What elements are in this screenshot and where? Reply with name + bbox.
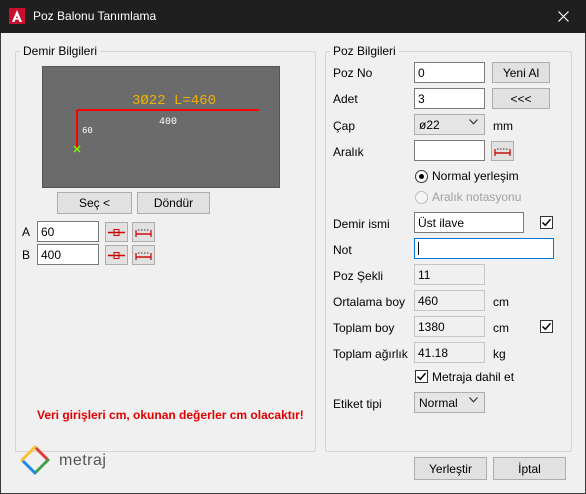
b-input[interactable]: 400 (37, 244, 99, 265)
yerlestir-button[interactable]: Yerleştir (414, 457, 487, 480)
toplam-agirlik-unit: kg (493, 347, 506, 361)
poz-sekli-label: Poz Şekli (333, 269, 384, 283)
title-bar: Poz Balonu Tanımlama (0, 0, 586, 33)
adet-label: Adet (333, 92, 358, 106)
metraja-label: Metraja dahil et (432, 370, 515, 384)
etiket-tipi-select[interactable]: Normal (414, 392, 485, 413)
not-input[interactable] (414, 238, 554, 259)
a-label: A (22, 225, 31, 239)
aralik-notasyonu-radio[interactable] (415, 191, 428, 204)
logo-text: metraj (59, 452, 107, 469)
aralik-label: Aralık (333, 145, 364, 159)
cap-select[interactable]: ø22 (414, 114, 485, 135)
toplam-agirlik-field: 41.18 (414, 342, 485, 363)
poz-sekli-field: 11 (414, 264, 485, 285)
dondur-button[interactable]: Döndür (137, 192, 210, 214)
back-button[interactable]: <<< (492, 88, 550, 109)
dialog-body: Demir Bilgileri 3Ø22 L=460 400 60 Seç < … (0, 33, 586, 494)
toplam-boy-field: 1380 (414, 316, 485, 337)
measure-distance-icon (135, 229, 152, 237)
poz-bilgileri-title: Poz Bilgileri (330, 44, 399, 58)
cap-label: Çap (333, 119, 356, 133)
metraja-checkbox[interactable] (415, 370, 428, 383)
not-label: Not (333, 243, 352, 257)
demir-ismi-checkbox[interactable] (540, 216, 553, 229)
normal-yerlesim-radio[interactable] (415, 170, 428, 183)
measure-distance-icon (135, 252, 152, 260)
rebar-shape-drawing: 3Ø22 L=460 400 60 (73, 93, 259, 153)
demir-ismi-label: Demir ismi (333, 217, 390, 231)
ortalama-boy-unit: cm (493, 295, 509, 309)
aralik-input[interactable] (414, 140, 485, 161)
demir-ismi-input[interactable]: Üst ilave (414, 212, 524, 233)
ortalama-boy-field: 460 (414, 290, 485, 311)
a-measure-icon-button[interactable] (132, 222, 155, 242)
poz-no-input[interactable]: 0 (414, 62, 485, 83)
checkmark-icon (541, 322, 552, 331)
toplam-boy-label: Toplam boy (333, 321, 395, 335)
pick-segment-icon (108, 251, 125, 259)
b-label: B (22, 248, 31, 262)
ortalama-boy-label: Ortalama boy (333, 295, 406, 309)
toplam-boy-checkbox[interactable] (540, 320, 553, 333)
etiket-tipi-label: Etiket tipi (333, 397, 382, 411)
aralik-notasyonu-label: Aralık notasyonu (432, 190, 522, 204)
window-title: Poz Balonu Tanımlama (33, 9, 157, 23)
b-measure-icon-button[interactable] (132, 245, 155, 265)
chevron-down-icon (469, 397, 478, 403)
b-pick-icon-button[interactable] (105, 245, 128, 265)
cap-select-value: ø22 (419, 118, 440, 132)
poz-no-label: Poz No (333, 66, 373, 80)
aralik-measure-icon-button[interactable] (491, 141, 514, 161)
rebar-preview: 3Ø22 L=460 400 60 (42, 66, 280, 188)
demir-bilgileri-title: Demir Bilgileri (20, 44, 101, 58)
rebar-text: 3Ø22 L=460 (132, 93, 216, 109)
toplam-agirlik-label: Toplam ağırlık (333, 347, 408, 361)
hook-label: 60 (82, 126, 93, 136)
toplam-boy-unit: cm (493, 321, 509, 335)
a-pick-icon-button[interactable] (105, 222, 128, 242)
autocad-icon (9, 8, 25, 24)
cap-unit: mm (493, 119, 513, 133)
text-caret (418, 242, 419, 255)
warning-text: Veri girişleri cm, okunan değerler cm ol… (37, 408, 304, 422)
a-input[interactable]: 60 (37, 221, 99, 242)
normal-yerlesim-label: Normal yerleşim (432, 169, 519, 183)
checkmark-icon (416, 372, 427, 381)
measure-distance-icon (494, 148, 511, 156)
checkmark-icon (541, 218, 552, 227)
etiket-tipi-value: Normal (419, 396, 458, 410)
yeni-al-button[interactable]: Yeni Al (492, 62, 550, 83)
chevron-down-icon (469, 119, 478, 125)
length-label: 400 (159, 117, 177, 128)
iptal-button[interactable]: İptal (493, 457, 566, 480)
close-icon (557, 11, 569, 22)
metraj-logo-icon (20, 445, 50, 475)
adet-input[interactable]: 3 (414, 88, 485, 109)
close-button[interactable] (540, 0, 586, 33)
sec-button[interactable]: Seç < (57, 192, 132, 214)
pick-segment-icon (108, 228, 125, 236)
